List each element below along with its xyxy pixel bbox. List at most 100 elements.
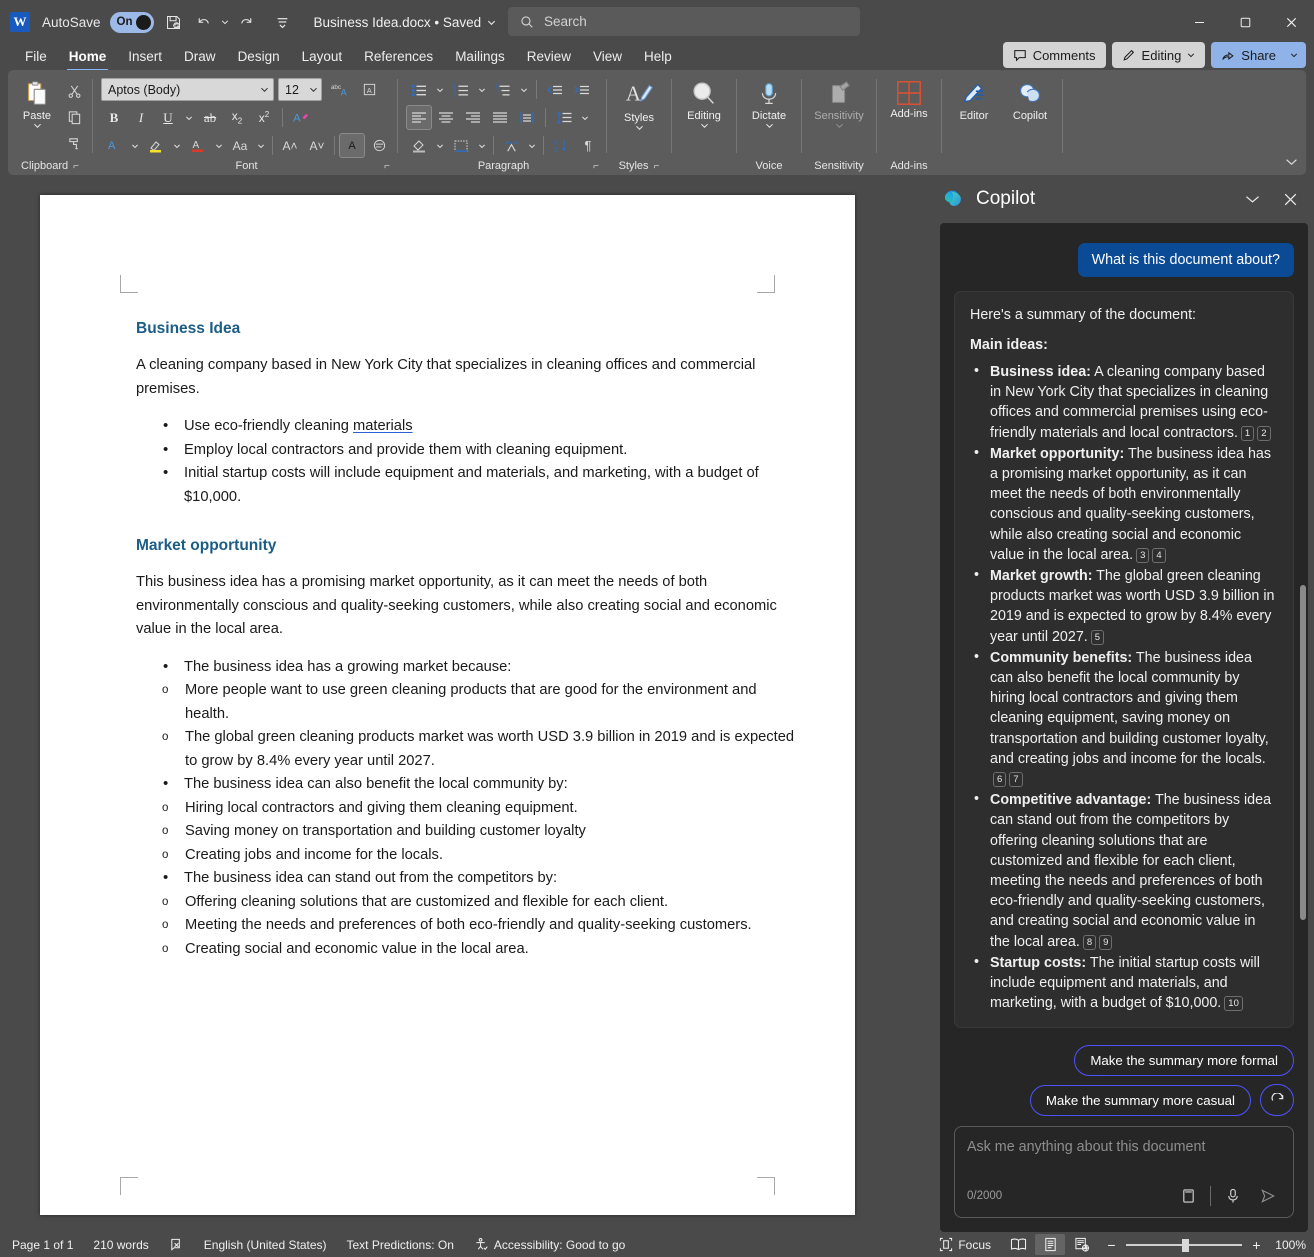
line-spacing-dropdown-icon[interactable]: [578, 105, 592, 130]
search-input[interactable]: Search: [508, 7, 860, 36]
zoom-out-button[interactable]: −: [1105, 1237, 1118, 1253]
copilot-scrollbar[interactable]: [1300, 235, 1306, 1031]
italic-button[interactable]: I: [128, 105, 154, 130]
clipboard-dialog-launcher[interactable]: ⌐: [73, 158, 79, 175]
citation-badge[interactable]: 4: [1152, 547, 1166, 563]
tab-references[interactable]: References: [353, 44, 444, 70]
customize-quick-access-icon[interactable]: [268, 7, 298, 37]
view-print-layout-button[interactable]: [1035, 1234, 1065, 1255]
underline-dropdown-icon[interactable]: [182, 105, 196, 130]
sort-button[interactable]: A Z: [548, 133, 574, 158]
font-dialog-launcher[interactable]: ⌐: [384, 158, 390, 175]
grow-font-button[interactable]: A˄: [277, 133, 303, 158]
distribute-button[interactable]: [514, 105, 540, 130]
cut-button[interactable]: [61, 79, 87, 104]
status-page-number[interactable]: Page 1 of 1: [12, 1234, 83, 1255]
tab-help[interactable]: Help: [633, 44, 683, 70]
tab-insert[interactable]: Insert: [117, 44, 173, 70]
editing-ribbon-button[interactable]: Editing: [678, 77, 730, 131]
collapse-ribbon-button[interactable]: [1285, 153, 1298, 171]
subscript-button[interactable]: x2: [224, 105, 250, 130]
citation-badge[interactable]: 9: [1099, 934, 1113, 950]
citation-badge[interactable]: 1: [1240, 425, 1255, 441]
dictate-button[interactable]: Dictate: [743, 77, 795, 131]
text-highlight-button[interactable]: [143, 133, 169, 158]
highlight-dropdown-icon[interactable]: [170, 133, 184, 158]
tab-design[interactable]: Design: [227, 44, 291, 70]
paste-button[interactable]: Paste: [13, 77, 61, 131]
bullets-button[interactable]: [406, 77, 432, 102]
citation-badge[interactable]: 8: [1082, 934, 1097, 950]
shading-dropdown-icon[interactable]: [433, 133, 447, 158]
editing-button[interactable]: Editing: [1111, 42, 1206, 68]
paragraph-dialog-launcher[interactable]: ⌐: [593, 158, 599, 175]
font-name-input[interactable]: Aptos (Body): [101, 78, 274, 101]
view-read-mode-button[interactable]: [1003, 1234, 1033, 1255]
autosave-toggle[interactable]: On: [109, 11, 154, 33]
tab-home[interactable]: Home: [58, 44, 118, 71]
bold-button[interactable]: B: [101, 105, 127, 130]
suggestion-make-formal[interactable]: Make the summary more formal: [1074, 1045, 1294, 1076]
tab-draw[interactable]: Draw: [173, 44, 227, 70]
citation-badge[interactable]: 7: [1009, 772, 1023, 788]
document-page[interactable]: Business Idea A cleaning company based i…: [40, 195, 855, 1215]
regenerate-button[interactable]: [1260, 1084, 1294, 1116]
citation-badge[interactable]: 10: [1224, 996, 1243, 1012]
citation-badge[interactable]: 2: [1257, 425, 1271, 441]
status-focus[interactable]: Focus: [929, 1234, 1001, 1255]
status-proofing[interactable]: [159, 1234, 194, 1255]
text-color-button[interactable]: A: [101, 133, 127, 158]
underline-button[interactable]: U: [155, 105, 181, 130]
align-left-button[interactable]: [406, 105, 432, 130]
comments-button[interactable]: Comments: [1002, 42, 1106, 68]
tab-mailings[interactable]: Mailings: [444, 44, 516, 70]
phonetic-guide-button[interactable]: A: [339, 133, 365, 158]
minimize-button[interactable]: [1176, 0, 1222, 44]
share-button[interactable]: Share: [1211, 42, 1306, 68]
bullet-link-text[interactable]: materials: [353, 418, 413, 434]
change-case-button[interactable]: abc A: [326, 77, 352, 102]
asian-layout-button[interactable]: [498, 133, 524, 158]
text-effects-button[interactable]: A: [288, 105, 314, 130]
copilot-scrollbar-thumb[interactable]: [1300, 585, 1306, 920]
redo-icon[interactable]: [232, 7, 262, 37]
status-text-predictions[interactable]: Text Predictions: On: [337, 1234, 464, 1255]
citation-badge[interactable]: 6: [993, 772, 1007, 788]
align-center-button[interactable]: [433, 105, 459, 130]
align-right-button[interactable]: [460, 105, 486, 130]
status-language[interactable]: English (United States): [194, 1234, 337, 1255]
text-color-dropdown-icon[interactable]: [128, 133, 142, 158]
increase-indent-button[interactable]: [569, 77, 595, 102]
copy-button[interactable]: [61, 105, 87, 130]
zoom-in-button[interactable]: +: [1250, 1237, 1263, 1253]
font-color-dropdown-icon[interactable]: [212, 133, 226, 158]
citation-badge[interactable]: 3: [1136, 547, 1150, 563]
copilot-collapse-button[interactable]: [1238, 185, 1266, 213]
suggestion-make-casual[interactable]: Make the summary more casual: [1029, 1084, 1251, 1116]
font-color-button[interactable]: A: [185, 133, 211, 158]
tab-layout[interactable]: Layout: [291, 44, 354, 70]
prompt-guide-icon[interactable]: [1175, 1183, 1201, 1209]
numbering-button[interactable]: 1 2 3: [448, 77, 474, 102]
undo-icon[interactable]: [189, 7, 219, 37]
tab-view[interactable]: View: [582, 44, 633, 70]
status-accessibility[interactable]: Accessibility: Good to go: [464, 1234, 635, 1255]
tab-file[interactable]: File: [14, 44, 58, 70]
save-icon[interactable]: [159, 7, 189, 37]
bullets-dropdown-icon[interactable]: [433, 77, 447, 102]
copilot-ribbon-button[interactable]: Copilot: [1004, 77, 1056, 124]
document-body[interactable]: Business Idea A cleaning company based i…: [136, 320, 795, 965]
editor-button[interactable]: Editor: [948, 77, 1000, 124]
font-size-input[interactable]: 12: [278, 78, 322, 101]
styles-button[interactable]: A Styles: [613, 77, 665, 133]
numbering-dropdown-icon[interactable]: [475, 77, 489, 102]
citation-badge[interactable]: 5: [1090, 629, 1105, 645]
shrink-font-button[interactable]: A˅: [304, 133, 330, 158]
change-case-dropdown-icon[interactable]: [254, 133, 268, 158]
shading-button[interactable]: [406, 133, 432, 158]
zoom-level-label[interactable]: 100%: [1273, 1238, 1306, 1252]
microphone-icon[interactable]: [1220, 1183, 1246, 1209]
close-button[interactable]: [1268, 0, 1314, 44]
tab-review[interactable]: Review: [516, 44, 582, 70]
strikethrough-button[interactable]: ab: [197, 105, 223, 130]
